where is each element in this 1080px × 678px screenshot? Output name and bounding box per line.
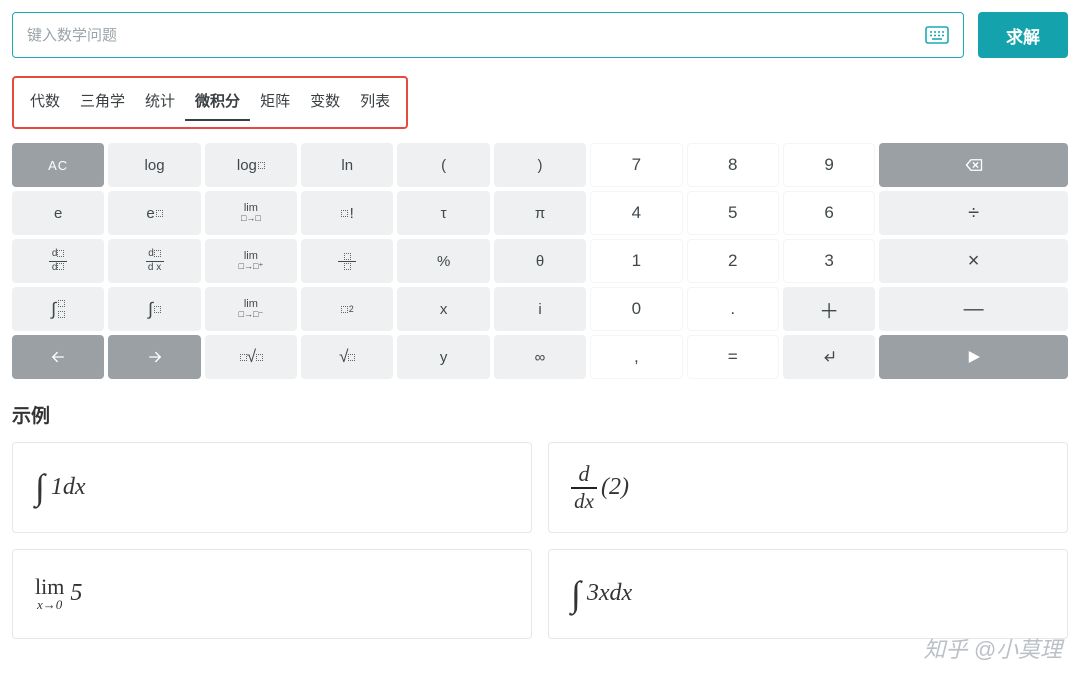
search-input[interactable]	[27, 27, 925, 44]
key-nroot[interactable]: √	[205, 335, 297, 379]
tab-list[interactable]: 列表	[350, 86, 400, 121]
examples: 示例 ∫ 1dx d dx (2) lim x→0 5 ∫ 3xdx	[12, 401, 1068, 639]
example-card-2[interactable]: lim x→0 5	[12, 549, 532, 639]
key-backspace[interactable]	[879, 143, 1068, 187]
key-fraction[interactable]	[301, 239, 393, 283]
key-i[interactable]: i	[494, 287, 586, 331]
key-comma[interactable]: ,	[590, 335, 682, 379]
key-7[interactable]: 7	[590, 143, 682, 187]
example-card-1[interactable]: d dx (2)	[548, 442, 1068, 533]
key-ac[interactable]: AC	[12, 143, 104, 187]
fraction-icon: d dx	[571, 463, 597, 512]
key-log[interactable]: log	[108, 143, 200, 187]
key-lim-left[interactable]: lim□→□⁻	[205, 287, 297, 331]
key-divide[interactable]: ÷	[879, 191, 1068, 235]
limit-icon: lim x→0	[35, 576, 64, 611]
key-theta[interactable]: θ	[494, 239, 586, 283]
integral-icon: ∫	[571, 573, 581, 615]
key-1[interactable]: 1	[590, 239, 682, 283]
integral-icon: ∫	[35, 466, 45, 508]
key-2[interactable]: 2	[687, 239, 779, 283]
tab-trig[interactable]: 三角学	[70, 86, 135, 121]
key-epow[interactable]: e	[108, 191, 200, 235]
example-body: 1dx	[51, 474, 86, 501]
keyboard-icon[interactable]	[925, 26, 949, 44]
key-def-integral[interactable]: ∫	[12, 287, 104, 331]
key-dd[interactable]: dd	[12, 239, 104, 283]
solve-button[interactable]: 求解	[978, 12, 1068, 58]
tab-variable[interactable]: 变数	[300, 86, 350, 121]
keypad: AC log log ln ( ) 7 8 9 e e lim□→□ ! τ π…	[12, 143, 1068, 379]
key-lim-right[interactable]: lim□→□⁺	[205, 239, 297, 283]
example-body: 5	[70, 580, 82, 607]
key-equals[interactable]: =	[687, 335, 779, 379]
search-box[interactable]	[12, 12, 964, 58]
key-y[interactable]: y	[397, 335, 489, 379]
key-left[interactable]	[12, 335, 104, 379]
key-8[interactable]: 8	[687, 143, 779, 187]
key-percent[interactable]: %	[397, 239, 489, 283]
tab-matrix[interactable]: 矩阵	[250, 86, 300, 121]
key-9[interactable]: 9	[783, 143, 875, 187]
key-pi[interactable]: π	[494, 191, 586, 235]
key-x[interactable]: x	[397, 287, 489, 331]
key-enter[interactable]	[783, 335, 875, 379]
key-ln[interactable]: ln	[301, 143, 393, 187]
examples-heading: 示例	[12, 401, 1068, 428]
tab-algebra[interactable]: 代数	[20, 86, 70, 121]
key-logbase[interactable]: log	[205, 143, 297, 187]
example-body: (2)	[601, 474, 629, 501]
key-times[interactable]: ×	[879, 239, 1068, 283]
key-plus[interactable]: ＋	[783, 287, 875, 331]
example-card-3[interactable]: ∫ 3xdx	[548, 549, 1068, 639]
key-lparen[interactable]: (	[397, 143, 489, 187]
key-ddx[interactable]: dd x	[108, 239, 200, 283]
key-factorial[interactable]: !	[301, 191, 393, 235]
key-minus[interactable]: —	[879, 287, 1068, 331]
key-lim[interactable]: lim□→□	[205, 191, 297, 235]
example-body: 3xdx	[587, 580, 632, 607]
tab-calculus[interactable]: 微积分	[185, 86, 250, 121]
key-right[interactable]	[108, 335, 200, 379]
key-5[interactable]: 5	[687, 191, 779, 235]
example-card-0[interactable]: ∫ 1dx	[12, 442, 532, 533]
key-6[interactable]: 6	[783, 191, 875, 235]
key-0[interactable]: 0	[590, 287, 682, 331]
key-submit[interactable]	[879, 335, 1068, 379]
key-square[interactable]: 2	[301, 287, 393, 331]
key-tau[interactable]: τ	[397, 191, 489, 235]
category-tabs: 代数 三角学 统计 微积分 矩阵 变数 列表	[12, 76, 408, 129]
key-4[interactable]: 4	[590, 191, 682, 235]
key-inf[interactable]: ∞	[494, 335, 586, 379]
key-3[interactable]: 3	[783, 239, 875, 283]
key-rparen[interactable]: )	[494, 143, 586, 187]
tab-stats[interactable]: 统计	[135, 86, 185, 121]
key-sqrt[interactable]: √	[301, 335, 393, 379]
key-e[interactable]: e	[12, 191, 104, 235]
key-indef-integral[interactable]: ∫	[108, 287, 200, 331]
key-dot[interactable]: .	[687, 287, 779, 331]
